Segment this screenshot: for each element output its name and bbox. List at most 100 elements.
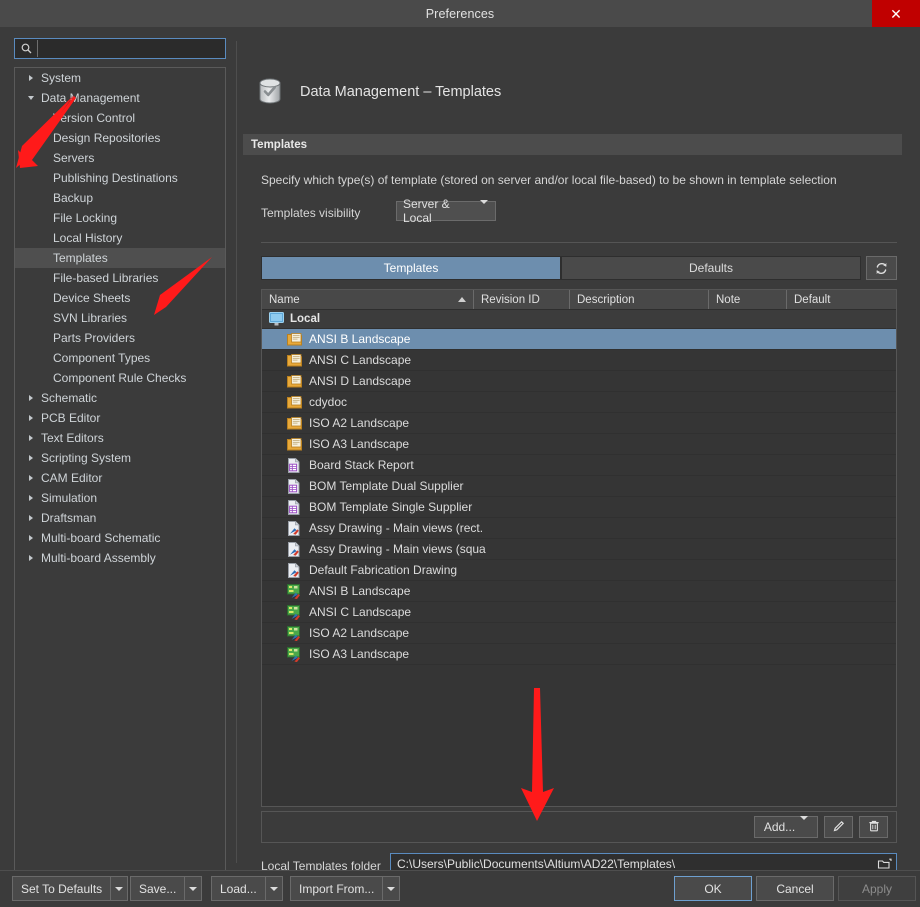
chevron-right-icon[interactable] (23, 455, 39, 461)
chevron-right-icon[interactable] (23, 75, 39, 81)
table-row[interactable]: ISO A2 Landscape (262, 623, 896, 644)
chevron-right-icon[interactable] (23, 475, 39, 481)
set-to-defaults-dropdown-icon[interactable] (111, 876, 129, 901)
table-row[interactable]: ANSI D Landscape (262, 371, 896, 392)
import-from-dropdown-icon[interactable] (383, 876, 401, 901)
sidebar-item-servers[interactable]: Servers (15, 148, 225, 168)
sidebar-item-label: Data Management (41, 91, 140, 105)
table-body[interactable]: Local ANSI B Landscape ANSI C Landscape ANS… (262, 310, 896, 807)
monitor-icon (268, 311, 284, 327)
footer-bar: Set To Defaults Save... Load... Import F… (0, 870, 920, 907)
pcb-template-icon (286, 604, 302, 620)
sidebar-item-svn-libraries[interactable]: SVN Libraries (15, 308, 225, 328)
sidebar-item-schematic[interactable]: Schematic (15, 388, 225, 408)
sidebar-item-pcb-editor[interactable]: PCB Editor (15, 408, 225, 428)
table-row[interactable]: Assy Drawing - Main views (rect. (262, 518, 896, 539)
sidebar-item-multi-board-assembly[interactable]: Multi-board Assembly (15, 548, 225, 568)
table-row[interactable]: Assy Drawing - Main views (squa (262, 539, 896, 560)
edit-button[interactable] (824, 816, 853, 838)
pcb-template-icon (286, 583, 302, 599)
pencil-icon (832, 819, 846, 836)
delete-button[interactable] (859, 816, 888, 838)
table-row[interactable]: ISO A3 Landscape (262, 434, 896, 455)
table-group-row-local[interactable]: Local (262, 310, 896, 329)
table-row[interactable]: ANSI B Landscape (262, 329, 896, 350)
sidebar-item-system[interactable]: System (15, 68, 225, 88)
chevron-right-icon[interactable] (23, 415, 39, 421)
search-input[interactable] (37, 40, 225, 57)
column-header-label: Name (269, 293, 300, 306)
chevron-right-icon[interactable] (23, 555, 39, 561)
sidebar-item-local-history[interactable]: Local History (15, 228, 225, 248)
folder-browse-icon[interactable] (872, 857, 896, 871)
sidebar-item-parts-providers[interactable]: Parts Providers (15, 328, 225, 348)
chevron-right-icon[interactable] (23, 435, 39, 441)
column-header-note[interactable]: Note (709, 290, 787, 309)
column-header-name[interactable]: Name (262, 290, 474, 309)
table-row[interactable]: ISO A3 Landscape (262, 644, 896, 665)
chevron-right-icon[interactable] (23, 395, 39, 401)
tab-defaults[interactable]: Defaults (561, 256, 861, 280)
sidebar-item-backup[interactable]: Backup (15, 188, 225, 208)
sidebar-item-label: Version Control (53, 111, 136, 125)
templates-table[interactable]: Name Revision ID Description Note Default Lo… (261, 289, 897, 807)
table-row[interactable]: BOM Template Dual Supplier (262, 476, 896, 497)
save-button[interactable]: Save... (130, 876, 203, 901)
schematic-template-icon (286, 394, 302, 410)
sidebar-item-multi-board-schematic[interactable]: Multi-board Schematic (15, 528, 225, 548)
add-button[interactable]: Add... (754, 816, 818, 838)
chevron-right-icon[interactable] (23, 535, 39, 541)
table-row[interactable]: ISO A2 Landscape (262, 413, 896, 434)
table-row[interactable]: ANSI C Landscape (262, 350, 896, 371)
chevron-down-icon[interactable] (23, 96, 39, 100)
chevron-right-icon[interactable] (23, 515, 39, 521)
column-header-default[interactable]: Default (787, 290, 896, 309)
sidebar-item-cam-editor[interactable]: CAM Editor (15, 468, 225, 488)
refresh-icon[interactable] (866, 256, 897, 280)
sidebar-item-version-control[interactable]: Version Control (15, 108, 225, 128)
table-row[interactable]: BOM Template Single Supplier (262, 497, 896, 518)
sidebar-item-label: Backup (53, 191, 94, 205)
sidebar-item-device-sheets[interactable]: Device Sheets (15, 288, 225, 308)
trash-icon (867, 819, 881, 836)
sidebar-item-component-types[interactable]: Component Types (15, 348, 225, 368)
save-dropdown-icon[interactable] (185, 876, 203, 901)
set-to-defaults-button[interactable]: Set To Defaults (12, 876, 129, 901)
sidebar-item-label: Schematic (41, 391, 98, 405)
sidebar-item-file-locking[interactable]: File Locking (15, 208, 225, 228)
close-icon[interactable]: ✕ (872, 0, 920, 27)
view-tabs[interactable]: Templates Defaults (261, 256, 861, 280)
settings-tree[interactable]: System Data Management Version Control Desi… (14, 67, 226, 880)
load-button[interactable]: Load... (211, 876, 283, 901)
table-row[interactable]: Board Stack Report (262, 455, 896, 476)
sidebar-item-publishing-destinations[interactable]: Publishing Destinations (15, 168, 225, 188)
sidebar-item-component-rule-checks[interactable]: Component Rule Checks (15, 368, 225, 388)
sidebar-item-data-management[interactable]: Data Management (15, 88, 225, 108)
tab-templates[interactable]: Templates (261, 256, 561, 280)
import-from-button[interactable]: Import From... (290, 876, 401, 901)
table-row[interactable]: cdydoc (262, 392, 896, 413)
column-header-description[interactable]: Description (570, 290, 709, 309)
sidebar-item-draftsman[interactable]: Draftsman (15, 508, 225, 528)
bom-document-icon (286, 478, 302, 494)
sidebar-item-text-editors[interactable]: Text Editors (15, 428, 225, 448)
sidebar-item-simulation[interactable]: Simulation (15, 488, 225, 508)
table-row[interactable]: Default Fabrication Drawing (262, 560, 896, 581)
ok-button[interactable]: OK (674, 876, 752, 901)
load-dropdown-icon[interactable] (265, 876, 283, 901)
chevron-right-icon[interactable] (23, 495, 39, 501)
sidebar-item-templates[interactable]: Templates (15, 248, 225, 268)
sidebar-item-file-based-libraries[interactable]: File-based Libraries (15, 268, 225, 288)
sidebar-item-design-repositories[interactable]: Design Repositories (15, 128, 225, 148)
cancel-button[interactable]: Cancel (756, 876, 834, 901)
column-header-revision-id[interactable]: Revision ID (474, 290, 570, 309)
sidebar-item-label: Design Repositories (53, 131, 161, 145)
title-bar: Preferences ✕ (0, 0, 920, 27)
templates-visibility-dropdown[interactable]: Server & Local (396, 197, 496, 225)
table-row[interactable]: ANSI B Landscape (262, 581, 896, 602)
search-box[interactable] (14, 38, 226, 59)
sidebar-item-label: Servers (53, 151, 95, 165)
sidebar-item-scripting-system[interactable]: Scripting System (15, 448, 225, 468)
apply-button[interactable]: Apply (838, 876, 916, 901)
table-row[interactable]: ANSI C Landscape (262, 602, 896, 623)
